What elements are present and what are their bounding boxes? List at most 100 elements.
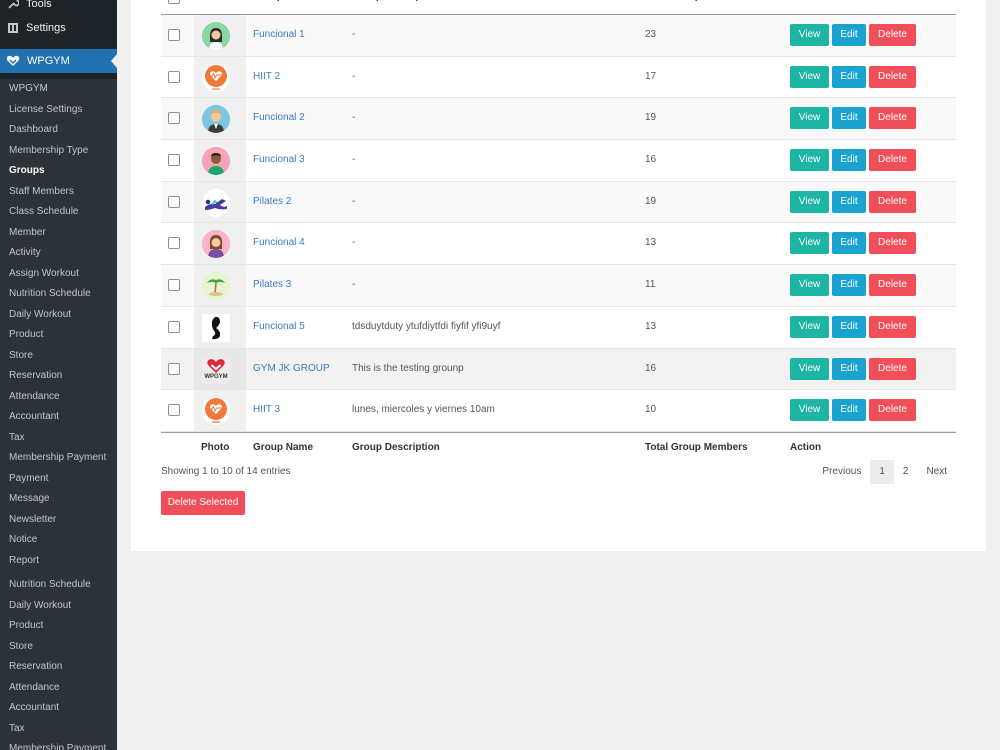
sidebar-sub-attendance-2[interactable]: Attendance [0,678,117,699]
view-button[interactable]: View [790,315,829,338]
row-checkbox[interactable] [168,320,180,333]
sidebar-sub-groups[interactable]: Groups [0,161,117,182]
sidebar-sub-member[interactable]: Member [0,223,117,244]
sidebar-sub-wpgym[interactable]: WPGYM [0,79,117,100]
sidebar-sub-store[interactable]: Store [0,346,117,367]
view-button[interactable]: View [790,274,829,297]
pagination-next[interactable]: Next [917,460,956,484]
group-name-link[interactable]: Funcional 1 [253,29,305,40]
sidebar-sub-accountant[interactable]: Accountant [0,407,117,428]
sidebar-sub-activity[interactable]: Activity [0,243,117,264]
edit-button[interactable]: Edit [832,232,866,255]
col-photo[interactable]: Photo [201,0,229,2]
sidebar-item-tools[interactable]: Tools [0,0,52,14]
col-group-name[interactable]: Group Name [253,0,313,2]
view-button[interactable]: View [790,24,829,46]
sidebar-sub-license-settings[interactable]: License Settings [0,100,117,121]
view-button[interactable]: View [790,190,829,213]
view-button[interactable]: View [790,357,829,380]
group-name-link[interactable]: Pilates 2 [253,196,291,207]
sidebar-sub-notice[interactable]: Notice [0,530,117,551]
sidebar-sub-attendance[interactable]: Attendance [0,387,117,408]
row-checkbox[interactable] [168,154,180,167]
delete-button[interactable]: Delete [869,315,916,338]
row-checkbox[interactable] [168,195,180,208]
sidebar-sub-reservation[interactable]: Reservation [0,366,117,387]
group-name-link[interactable]: HIIT 2 [253,71,280,82]
sidebar-sub-report[interactable]: Report [0,551,117,572]
delete-selected-button[interactable]: Delete Selected [161,491,245,515]
sidebar-sub-store-2[interactable]: Store [0,637,117,658]
group-name-link[interactable]: Funcional 5 [253,321,305,332]
sidebar-sub-daily-workout[interactable]: Daily Workout [0,305,117,326]
view-button[interactable]: View [790,107,829,130]
delete-button[interactable]: Delete [869,24,916,46]
edit-button[interactable]: Edit [832,65,866,88]
sidebar-sub-membership-payment[interactable]: Membership Payment [0,448,117,469]
view-button[interactable]: View [790,65,829,88]
sidebar-sub-tax[interactable]: Tax [0,428,117,449]
row-checkbox[interactable] [168,404,180,417]
sidebar-sub-daily-workout-2[interactable]: Daily Workout [0,596,117,617]
heart-fitness-icon [202,397,230,426]
group-name-link[interactable]: GYM JK GROUP [253,363,330,374]
sidebar-sub-membership-payment-2[interactable]: Membership Payment [0,739,117,750]
sidebar-sub-payment[interactable]: Payment [0,469,117,490]
delete-button[interactable]: Delete [869,190,916,213]
sidebar-sub-nutrition-schedule[interactable]: Nutrition Schedule [0,284,117,305]
delete-button[interactable]: Delete [869,65,916,88]
sidebar-sub-dashboard[interactable]: Dashboard [0,120,117,141]
delete-button[interactable]: Delete [869,149,916,172]
row-checkbox[interactable] [168,70,180,83]
delete-button[interactable]: Delete [869,274,916,297]
pagination-previous[interactable]: Previous [813,460,870,484]
pagination-page-2[interactable]: 2 [894,460,918,484]
col-group-description[interactable]: Group Description [352,0,440,2]
group-name-link[interactable]: Funcional 2 [253,112,305,123]
select-all-checkbox[interactable] [168,0,180,4]
sidebar-sub-staff-members[interactable]: Staff Members [0,182,117,203]
sidebar-sub-reservation-2[interactable]: Reservation [0,657,117,678]
sidebar-sub-product-2[interactable]: Product [0,616,117,637]
sidebar-sub-accountant-2[interactable]: Accountant [0,698,117,719]
edit-button[interactable]: Edit [832,315,866,338]
sidebar-item-settings[interactable]: Settings [0,18,66,38]
delete-button[interactable]: Delete [869,357,916,380]
group-description: - [352,237,356,249]
group-name-link[interactable]: Funcional 3 [253,154,305,165]
row-checkbox[interactable] [168,279,180,292]
delete-button[interactable]: Delete [869,399,916,422]
row-checkbox[interactable] [168,29,180,41]
view-button[interactable]: View [790,399,829,422]
row-checkbox[interactable] [168,362,180,375]
edit-button[interactable]: Edit [832,24,866,46]
sidebar-sub-class-schedule[interactable]: Class Schedule [0,202,117,223]
group-name-link[interactable]: Funcional 4 [253,237,305,248]
sidebar-sub-product[interactable]: Product [0,325,117,346]
sidebar-sub-message[interactable]: Message [0,489,117,510]
pagination-page-1[interactable]: 1 [870,460,894,484]
sidebar-sub-nutrition-schedule-2[interactable]: Nutrition Schedule [0,575,117,596]
sidebar-sub-assign-workout[interactable]: Assign Workout [0,264,117,285]
edit-button[interactable]: Edit [832,357,866,380]
edit-button[interactable]: Edit [832,149,866,172]
delete-button[interactable]: Delete [869,107,916,130]
view-button[interactable]: View [790,149,829,172]
col-total-members[interactable]: Total Group Members [645,0,748,2]
table-row: WPGYM GYM JK GROUP This is the testing g… [161,348,956,391]
sidebar-sub-newsletter[interactable]: Newsletter [0,510,117,531]
row-checkbox[interactable] [168,112,180,125]
group-name-link[interactable]: Pilates 3 [253,279,291,290]
sidebar-sub-membership-type[interactable]: Membership Type [0,141,117,162]
sidebar-sub-tax-2[interactable]: Tax [0,719,117,740]
row-checkbox[interactable] [168,237,180,250]
group-name-link[interactable]: HIIT 3 [253,404,280,415]
delete-button[interactable]: Delete [869,232,916,255]
group-description: lunes, miercoles y viernes 10am [352,404,495,416]
view-button[interactable]: View [790,232,829,255]
edit-button[interactable]: Edit [832,190,866,213]
edit-button[interactable]: Edit [832,107,866,130]
edit-button[interactable]: Edit [832,274,866,297]
edit-button[interactable]: Edit [832,399,866,422]
sidebar-item-wpgym[interactable]: WPGYM [0,49,117,73]
